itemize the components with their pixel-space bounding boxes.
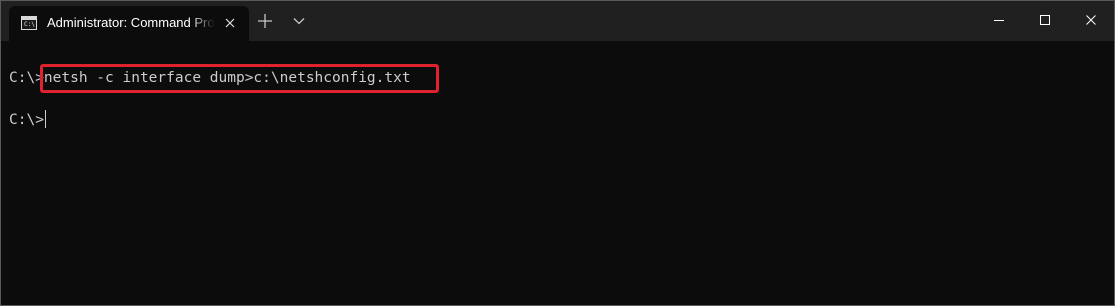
new-tab-dropdown-button[interactable]: [288, 10, 310, 32]
tab-command-prompt[interactable]: C:\. Administrator: Command Prompt: [9, 6, 249, 41]
minimize-icon: [994, 20, 1004, 21]
plus-icon: [258, 14, 272, 28]
second-prompt: C:\>: [9, 112, 44, 128]
minimize-button[interactable]: [976, 1, 1022, 37]
terminal-output[interactable]: C:\>netsh -c interface dump>c:\netshconf…: [1, 41, 1114, 305]
tab-close-button[interactable]: [221, 14, 239, 32]
title-bar[interactable]: C:\. Administrator: Command Prompt: [1, 1, 1114, 41]
tab-title: Administrator: Command Prompt: [47, 15, 215, 30]
scrollbar[interactable]: [1108, 41, 1114, 305]
text-cursor: [44, 110, 46, 128]
close-icon: [1086, 15, 1096, 25]
terminal-window: C:\. Administrator: Command Prompt: [0, 0, 1115, 306]
maximize-icon: [1040, 15, 1050, 25]
close-icon: [225, 18, 235, 28]
chevron-down-icon: [293, 18, 305, 25]
command-highlight-box: [40, 64, 439, 93]
command-prompt-icon-text: C:\.: [24, 21, 39, 28]
maximize-button[interactable]: [1022, 1, 1068, 37]
prompt-line[interactable]: C:\>: [9, 110, 46, 130]
close-window-button[interactable]: [1068, 1, 1114, 37]
prompt: C:\>: [9, 70, 44, 86]
command-prompt-icon: C:\.: [21, 16, 39, 30]
new-tab-button[interactable]: [254, 10, 276, 32]
